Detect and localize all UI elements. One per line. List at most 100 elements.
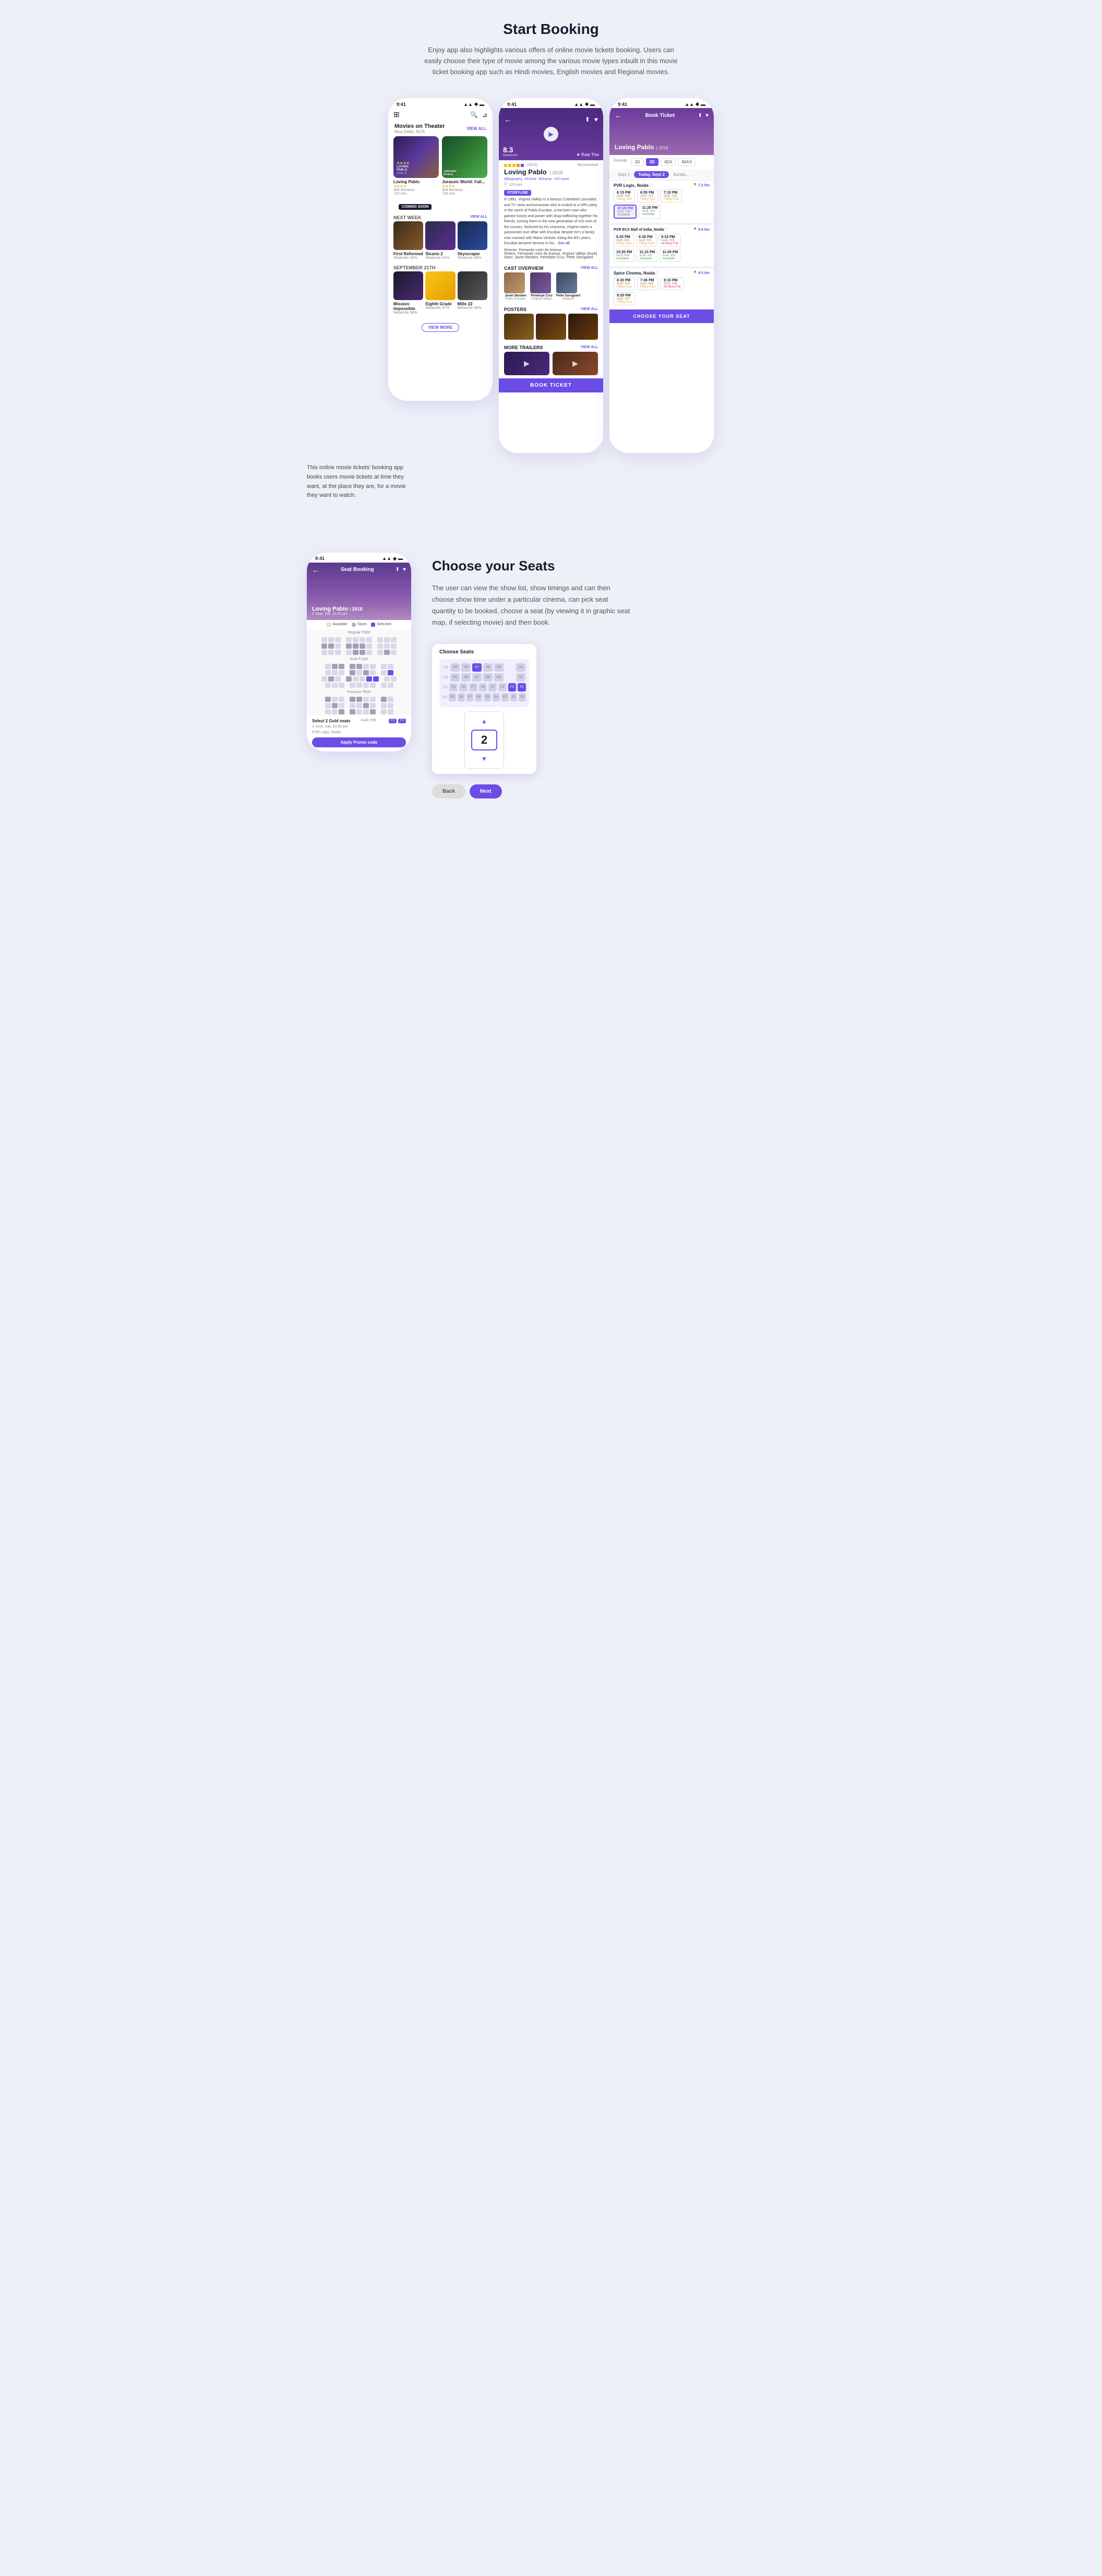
- seat-r18[interactable]: [377, 643, 383, 649]
- g6[interactable]: [363, 664, 369, 669]
- cast-peter[interactable]: Peter Sarsgaard Shepard: [556, 272, 580, 301]
- ps-e2[interactable]: E2: [510, 693, 518, 701]
- g29[interactable]: [325, 683, 331, 688]
- show-1125[interactable]: 11:25 PM Audi: #01 Available: [639, 205, 661, 219]
- show-1020-selected[interactable]: 10:20 PM Audi: #06 Available: [614, 205, 637, 219]
- seat-r3[interactable]: [335, 637, 341, 642]
- g36[interactable]: [381, 683, 387, 688]
- g19[interactable]: [321, 676, 327, 682]
- back-icon3[interactable]: ←: [615, 111, 622, 120]
- show2-635[interactable]: 6:35 PM Audi: #01 Filling Fast: [636, 234, 656, 247]
- g1[interactable]: [325, 664, 331, 669]
- sicario-card[interactable]: Sicario 2 Metacritic 61%: [425, 221, 455, 260]
- cast-view-all[interactable]: VIEW ALL: [581, 266, 598, 270]
- filter-icon[interactable]: ⊿: [482, 111, 487, 118]
- search-icon[interactable]: 🔍: [470, 111, 478, 118]
- ps-g9[interactable]: G9: [450, 673, 460, 682]
- g9[interactable]: [388, 664, 393, 669]
- seat-r27[interactable]: [366, 650, 372, 655]
- format-4dx[interactable]: 4DX: [661, 158, 676, 166]
- mile22-card[interactable]: Mille 22 Metacritic 88%: [458, 271, 487, 315]
- p18[interactable]: [388, 703, 393, 708]
- ps-e7[interactable]: E7: [466, 693, 474, 701]
- count-up-arrow[interactable]: ▲: [478, 715, 490, 728]
- g23[interactable]: [353, 676, 358, 682]
- seat-r30[interactable]: [391, 650, 397, 655]
- ps-g6[interactable]: G6: [483, 673, 493, 682]
- seat-r2[interactable]: [328, 637, 334, 642]
- g14[interactable]: [356, 670, 362, 675]
- p26[interactable]: [381, 709, 387, 714]
- g30[interactable]: [332, 683, 338, 688]
- fallout-card[interactable]: Mission: Impossible Metacritic 96%: [393, 271, 423, 315]
- p19[interactable]: [325, 709, 331, 714]
- ps-g8[interactable]: G8: [461, 673, 471, 682]
- ps-g5[interactable]: G5: [494, 673, 504, 682]
- skyscraper-card[interactable]: Skyscraper Metacritic 88%: [458, 221, 487, 260]
- grid-icon[interactable]: ⊞: [393, 110, 400, 119]
- seat-r17[interactable]: [366, 643, 372, 649]
- show-655[interactable]: 6:55 PM Audi: #02 Filling Fast: [637, 189, 658, 202]
- g7[interactable]: [370, 664, 376, 669]
- seat-r21[interactable]: [321, 650, 327, 655]
- g25-selected[interactable]: [366, 676, 372, 682]
- ps-e1[interactable]: E1: [519, 693, 526, 701]
- ps-f7[interactable]: F7: [469, 683, 477, 691]
- rate-this[interactable]: ★ Rate This: [577, 152, 599, 157]
- ps-e3[interactable]: E3: [501, 693, 509, 701]
- show2-1145[interactable]: 11:45 PM Audi: #02 Available: [660, 249, 680, 262]
- ps-g7[interactable]: G7: [472, 673, 482, 682]
- g10[interactable]: [325, 670, 331, 675]
- seat-r23[interactable]: [335, 650, 341, 655]
- p2[interactable]: [332, 697, 338, 702]
- g34[interactable]: [363, 683, 369, 688]
- ps-f3-sel[interactable]: F3: [508, 683, 517, 691]
- seat-r5[interactable]: [353, 637, 358, 642]
- ps-e6[interactable]: E6: [475, 693, 482, 701]
- seat-r7[interactable]: [366, 637, 372, 642]
- show-615[interactable]: 6:15 PM Audi: #09 Filling Fast: [614, 189, 635, 202]
- g12[interactable]: [339, 670, 344, 675]
- g28[interactable]: [391, 676, 397, 682]
- p23[interactable]: [356, 709, 362, 714]
- g17[interactable]: [381, 670, 387, 675]
- heart-icon3[interactable]: ♥: [705, 113, 709, 118]
- ps-e5[interactable]: E5: [484, 693, 491, 701]
- ps-h1[interactable]: H1: [516, 663, 525, 672]
- g16[interactable]: [370, 670, 376, 675]
- g35[interactable]: [370, 683, 376, 688]
- back-icon2[interactable]: ←: [504, 115, 511, 124]
- ps-f4[interactable]: F4: [498, 683, 507, 691]
- ps-e9[interactable]: E9: [449, 693, 456, 701]
- ps-h9[interactable]: H9: [450, 663, 460, 672]
- book-ticket-bar[interactable]: BOOK TICKET: [499, 378, 603, 392]
- seat-r4[interactable]: [346, 637, 352, 642]
- ps-h7[interactable]: H7: [472, 663, 482, 672]
- poster2[interactable]: [536, 314, 566, 340]
- seat-r1[interactable]: [321, 637, 327, 642]
- view-more-button[interactable]: VIEW MORE: [422, 323, 460, 332]
- eighth-card[interactable]: Eighth Grade Metacritic 87%: [425, 271, 455, 315]
- p24[interactable]: [363, 709, 369, 714]
- p12[interactable]: [339, 703, 344, 708]
- ps-g1[interactable]: G1: [516, 673, 525, 682]
- g31[interactable]: [339, 683, 344, 688]
- next-btn[interactable]: Next: [470, 784, 502, 798]
- show3-630[interactable]: 6:30 PM Audi: #03 Filling Fast: [614, 277, 635, 290]
- g11[interactable]: [332, 670, 338, 675]
- p3[interactable]: [339, 697, 344, 702]
- p27[interactable]: [388, 709, 393, 714]
- g24[interactable]: [360, 676, 365, 682]
- promo-button[interactable]: Apply Promo code: [312, 737, 406, 747]
- g33[interactable]: [356, 683, 362, 688]
- date-sept2[interactable]: Today, Sept 2: [634, 171, 669, 178]
- g18-selected[interactable]: [388, 670, 393, 675]
- g27[interactable]: [384, 676, 390, 682]
- poster1[interactable]: [504, 314, 534, 340]
- ps-h5[interactable]: H5: [494, 663, 504, 672]
- seat-r8[interactable]: [377, 637, 383, 642]
- seat-r13[interactable]: [335, 643, 341, 649]
- g32[interactable]: [350, 683, 355, 688]
- show-715[interactable]: 7:15 PM Audi: #05 Filling Fast: [661, 189, 682, 202]
- seat-r9[interactable]: [384, 637, 390, 642]
